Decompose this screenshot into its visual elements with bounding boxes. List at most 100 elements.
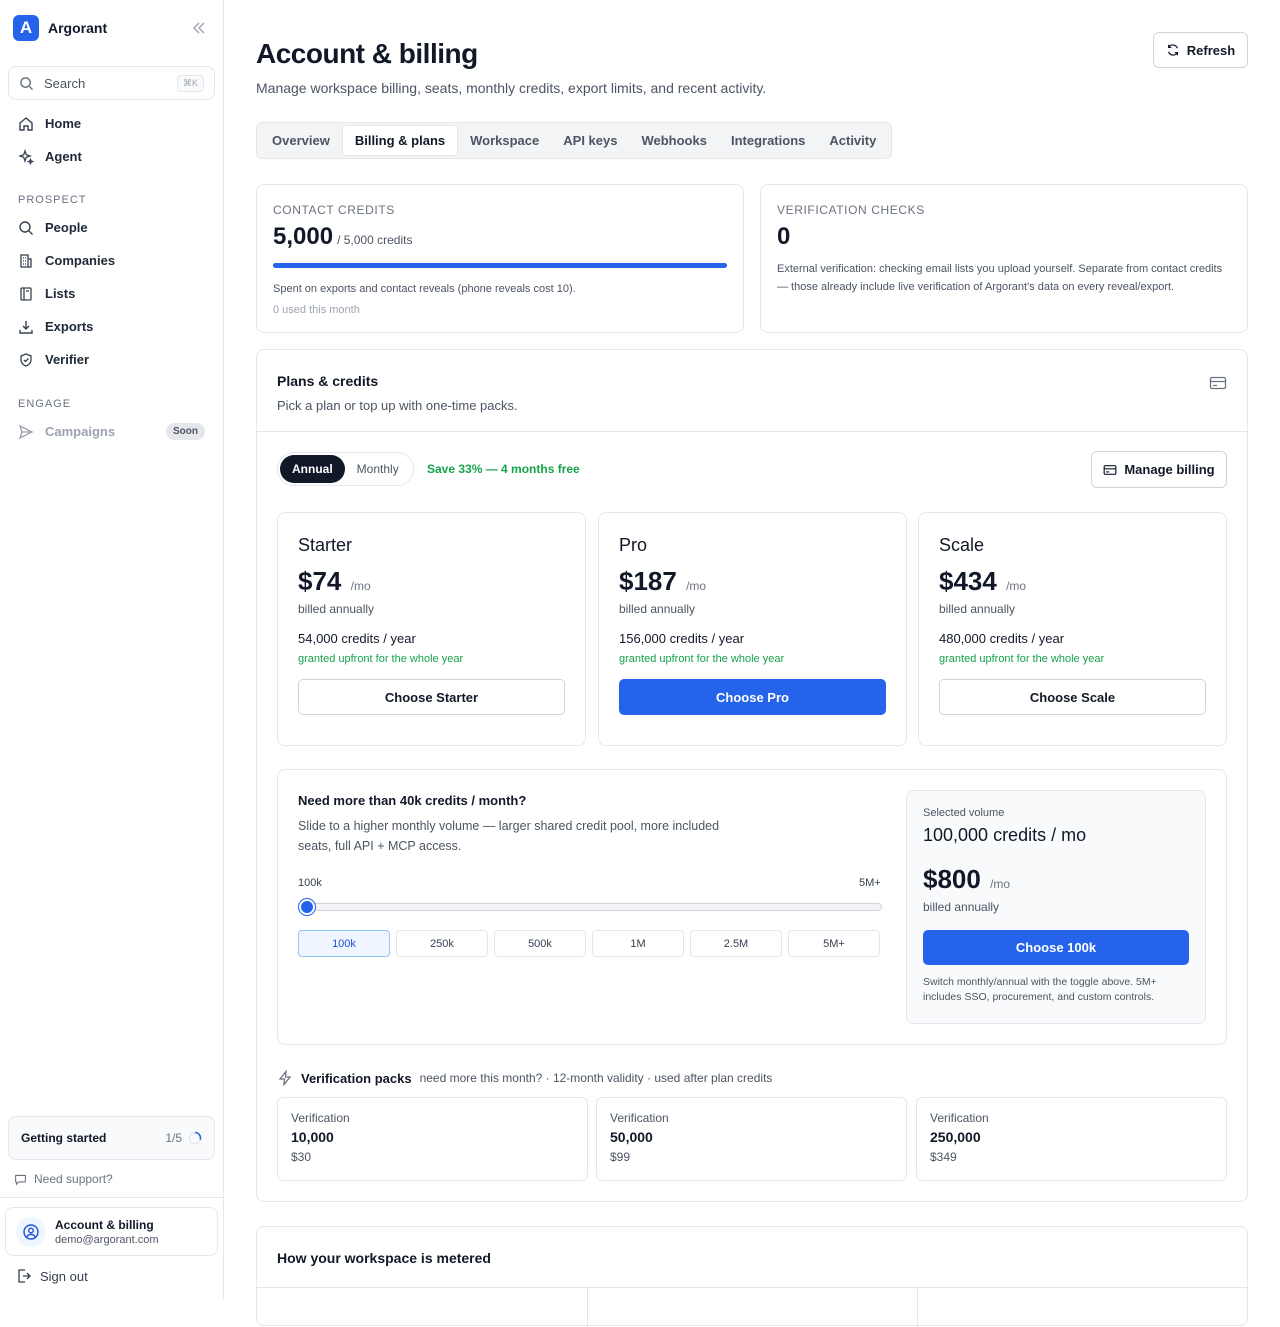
volume-option-1m[interactable]: 1M	[592, 930, 684, 957]
sidebar-item-lists[interactable]: Lists	[8, 277, 215, 310]
pack-label: Verification	[610, 1111, 669, 1125]
metering-panel: How your workspace is metered	[256, 1226, 1248, 1327]
plan-credits: 156,000 credits / year	[619, 631, 745, 646]
sidebar-item-label: Companies	[45, 253, 116, 268]
range-min-label: 100k	[298, 877, 322, 889]
sparkles-icon	[18, 148, 34, 165]
getting-started-card[interactable]: Getting started 1/5	[8, 1116, 215, 1160]
verification-packs-title: Verification packs	[301, 1070, 412, 1086]
sidebar-item-label: Lists	[45, 286, 76, 301]
chat-icon	[15, 1174, 26, 1186]
page-title: Account & billing	[256, 38, 478, 69]
metering-column-divider	[587, 1287, 588, 1327]
sidebar-item-exports[interactable]: Exports	[8, 310, 215, 343]
volume-option-5m-plus[interactable]: 5M+	[788, 930, 880, 957]
price-period: /mo	[990, 877, 1011, 891]
progress-ring-icon	[188, 1131, 202, 1145]
section-label-engage: ENGAGE	[18, 398, 72, 410]
credits-total: / 5,000 credits	[337, 233, 413, 247]
tab-overview[interactable]: Overview	[260, 125, 342, 156]
search-label: Search	[44, 75, 86, 91]
plan-card-pro: Pro $187 /mo billed annually 156,000 cre…	[598, 512, 907, 746]
download-icon	[19, 320, 33, 334]
search-input[interactable]: Search ⌘K	[8, 66, 215, 100]
selected-volume-value: 100,000 credits / mo	[923, 825, 1087, 845]
verification-pack-250k[interactable]: Verification 250,000 $349	[916, 1097, 1227, 1181]
verification-checks-value: 0	[777, 223, 791, 250]
price-period: /mo	[1006, 579, 1027, 593]
sidebar-item-home[interactable]: Home	[8, 107, 215, 140]
sidebar-item-verifier[interactable]: Verifier	[8, 343, 215, 376]
plan-grant-note: granted upfront for the whole year	[619, 653, 785, 665]
avatar	[16, 1216, 46, 1247]
page-subtitle: Manage workspace billing, seats, monthly…	[256, 80, 767, 96]
search-icon	[19, 220, 33, 235]
support-link[interactable]: Need support?	[14, 1172, 113, 1186]
support-label: Need support?	[34, 1172, 113, 1186]
credits-remaining: 5,000	[273, 223, 334, 250]
account-email: demo@argorant.com	[55, 1233, 159, 1246]
shield-check-icon	[20, 352, 32, 367]
pack-amount: 250,000	[930, 1129, 981, 1145]
plan-credits: 480,000 credits / year	[939, 631, 1065, 646]
soon-badge: Soon	[166, 423, 205, 440]
plan-price: $434 /mo	[939, 566, 1206, 597]
collapse-sidebar-icon[interactable]	[191, 20, 207, 36]
choose-volume-button[interactable]: Choose 100k	[923, 930, 1189, 965]
choose-pro-button[interactable]: Choose Pro	[619, 679, 886, 715]
verification-checks-card: VERIFICATION CHECKS 0 External verificat…	[760, 184, 1248, 333]
sign-out-button[interactable]: Sign out	[16, 1268, 88, 1284]
manage-billing-label: Manage billing	[1124, 462, 1215, 477]
app-name: Argorant	[48, 20, 108, 36]
sidebar-item-label: People	[45, 220, 88, 235]
slider-thumb[interactable]	[299, 899, 315, 915]
toggle-annual[interactable]: Annual	[280, 455, 345, 483]
tab-workspace[interactable]: Workspace	[458, 125, 551, 156]
account-card[interactable]: Account & billing demo@argorant.com	[5, 1207, 218, 1256]
home-icon	[19, 116, 33, 131]
plan-name: Starter	[298, 535, 353, 555]
choose-scale-button[interactable]: Choose Scale	[939, 679, 1206, 715]
contact-credits-label: CONTACT CREDITS	[273, 203, 395, 217]
volume-option-100k[interactable]: 100k	[298, 930, 390, 957]
tab-api-keys[interactable]: API keys	[551, 125, 629, 156]
plan-credits: 54,000 credits / year	[298, 631, 416, 646]
verification-pack-50k[interactable]: Verification 50,000 $99	[596, 1097, 907, 1181]
sidebar-item-campaigns[interactable]: Campaigns Soon	[8, 415, 215, 448]
save-note: Save 33% — 4 months free	[427, 462, 580, 476]
manage-billing-button[interactable]: Manage billing	[1091, 451, 1227, 488]
volume-slider[interactable]	[298, 899, 882, 915]
volume-option-500k[interactable]: 500k	[494, 930, 586, 957]
selected-volume-label: Selected volume	[923, 807, 1005, 819]
sidebar-item-companies[interactable]: Companies	[8, 244, 215, 277]
user-icon	[23, 1223, 39, 1240]
argorant-logo: A	[13, 15, 39, 41]
volume-option-250k[interactable]: 250k	[396, 930, 488, 957]
contact-credits-card: CONTACT CREDITS 5,000/ 5,000 credits Spe…	[256, 184, 744, 333]
selected-volume-card: Selected volume 100,000 credits / mo $80…	[906, 790, 1206, 1024]
verification-pack-10k[interactable]: Verification 10,000 $30	[277, 1097, 588, 1181]
contact-credits-value: 5,000/ 5,000 credits	[273, 223, 727, 251]
building-icon	[20, 253, 32, 268]
refresh-icon	[1167, 44, 1178, 56]
price-amount: $187	[619, 566, 677, 596]
section-label-prospect: PROSPECT	[18, 194, 87, 206]
plan-price: $187 /mo	[619, 566, 886, 597]
credits-progress-bar	[273, 263, 727, 268]
plan-billed: billed annually	[619, 602, 696, 616]
brand[interactable]: A Argorant	[13, 15, 107, 41]
getting-started-progress: 1/5	[165, 1131, 182, 1145]
volume-option-2-5m[interactable]: 2.5M	[690, 930, 782, 957]
sidebar-item-agent[interactable]: Agent	[8, 140, 215, 173]
refresh-button[interactable]: Refresh	[1153, 32, 1248, 68]
tab-webhooks[interactable]: Webhooks	[629, 125, 719, 156]
choose-starter-button[interactable]: Choose Starter	[298, 679, 565, 715]
sidebar-item-people[interactable]: People	[8, 211, 215, 244]
plan-card-starter: Starter $74 /mo billed annually 54,000 c…	[277, 512, 586, 746]
tab-activity[interactable]: Activity	[817, 125, 888, 156]
tab-billing-plans[interactable]: Billing & plans	[341, 125, 459, 156]
tab-integrations[interactable]: Integrations	[719, 125, 817, 156]
verification-packs-header: Verification packs need more this month?…	[277, 1070, 772, 1086]
sidebar-item-label: Exports	[45, 319, 94, 334]
toggle-monthly[interactable]: Monthly	[345, 455, 411, 483]
